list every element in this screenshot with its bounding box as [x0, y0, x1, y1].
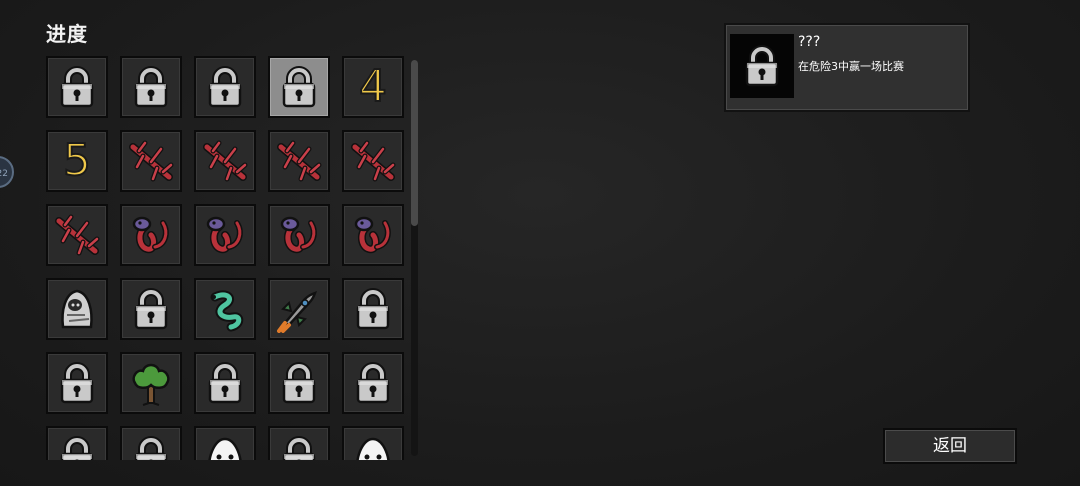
red-worm-creature-icon: [349, 211, 397, 259]
detail-description: 在危险3中赢一场比赛: [798, 60, 904, 73]
achievement-cell[interactable]: [194, 130, 256, 192]
lock-icon: [57, 361, 97, 405]
achievement-grid: 45: [46, 56, 412, 460]
achievement-cell[interactable]: [342, 278, 404, 340]
edge-counter-badge[interactable]: 22: [0, 156, 14, 188]
red-worm-creature-icon: [275, 211, 323, 259]
achievement-detail-panel: ??? 在危险3中赢一场比赛: [724, 23, 970, 112]
red-worm-creature-icon: [127, 211, 175, 259]
achievement-cell[interactable]: [342, 352, 404, 414]
lock-icon: [279, 361, 319, 405]
lock-icon: [57, 435, 97, 460]
red-thorn-branch-icon: [53, 211, 101, 259]
achievement-cell[interactable]: [342, 130, 404, 192]
achievement-cell[interactable]: [342, 426, 404, 460]
achievement-cell[interactable]: [268, 352, 330, 414]
lock-icon: [353, 361, 393, 405]
egg-icon: [203, 433, 247, 460]
lock-icon: [57, 65, 97, 109]
achievement-cell[interactable]: 4: [342, 56, 404, 118]
teal-worm-icon: [201, 285, 249, 333]
lock-icon: [353, 287, 393, 331]
detail-lock-icon: [730, 34, 794, 98]
achievement-cell[interactable]: [46, 56, 108, 118]
red-thorn-branch-icon: [275, 137, 323, 185]
grid-scrollbar-thumb[interactable]: [411, 60, 418, 226]
lock-icon: [205, 361, 245, 405]
achievement-cell[interactable]: [120, 426, 182, 460]
achievement-cell[interactable]: [46, 204, 108, 266]
achievement-cell[interactable]: [194, 204, 256, 266]
number-four-icon: 4: [358, 61, 388, 112]
achievement-cell[interactable]: [194, 352, 256, 414]
achievement-cell[interactable]: [120, 56, 182, 118]
rocket-icon: [275, 285, 323, 333]
achievement-cell[interactable]: [194, 278, 256, 340]
achievement-cell[interactable]: [268, 130, 330, 192]
lock-icon: [279, 435, 319, 460]
tree-icon: [129, 359, 173, 407]
lock-icon: [279, 65, 319, 109]
lock-icon: [131, 65, 171, 109]
achievement-cell[interactable]: [46, 426, 108, 460]
achievement-cell[interactable]: [120, 130, 182, 192]
number-five-icon: 5: [62, 135, 92, 186]
achievement-cell[interactable]: [120, 352, 182, 414]
achievement-cell[interactable]: [46, 278, 108, 340]
lock-icon: [205, 65, 245, 109]
red-thorn-branch-icon: [127, 137, 175, 185]
achievement-cell[interactable]: 5: [46, 130, 108, 192]
page-title: 进度: [46, 22, 88, 46]
red-worm-creature-icon: [201, 211, 249, 259]
red-thorn-branch-icon: [349, 137, 397, 185]
achievement-cell[interactable]: [120, 278, 182, 340]
achievement-cell[interactable]: [120, 204, 182, 266]
red-thorn-branch-icon: [201, 137, 249, 185]
achievement-cell[interactable]: [194, 56, 256, 118]
achievement-cell[interactable]: [268, 426, 330, 460]
lock-icon: [131, 435, 171, 460]
achievement-cell[interactable]: [46, 352, 108, 414]
lock-icon: [131, 287, 171, 331]
achievement-cell[interactable]: [268, 204, 330, 266]
egg-icon: [351, 433, 395, 460]
achievement-cell[interactable]: [342, 204, 404, 266]
hooded-ghost-icon: [55, 285, 99, 333]
grid-scrollbar[interactable]: [411, 60, 418, 456]
achievement-cell[interactable]: [268, 278, 330, 340]
achievement-cell[interactable]: [194, 426, 256, 460]
achievement-cell[interactable]: [268, 56, 330, 118]
back-button[interactable]: 返回: [883, 428, 1017, 464]
detail-name: ???: [798, 34, 821, 50]
